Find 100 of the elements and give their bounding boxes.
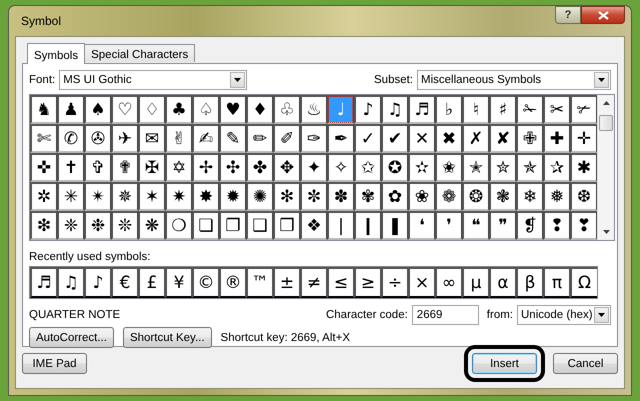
recent-symbol[interactable]: ¥: [165, 267, 192, 298]
symbol-cell[interactable]: ❈: [57, 211, 84, 240]
symbol-cell[interactable]: ✡: [165, 153, 192, 182]
symbol-cell[interactable]: ✭: [462, 153, 489, 182]
symbol-cell[interactable]: ❐: [219, 211, 246, 240]
symbol-cell[interactable]: ✚: [543, 124, 570, 153]
symbol-cell[interactable]: ✠: [138, 153, 165, 182]
subset-dropdown[interactable]: Miscellaneous Symbols: [417, 70, 611, 90]
symbol-cell[interactable]: ✟: [111, 153, 138, 182]
symbol-cell[interactable]: ❢: [543, 211, 570, 240]
symbol-cell[interactable]: ♠: [84, 95, 111, 124]
recent-symbol[interactable]: ™: [246, 267, 273, 298]
symbol-cell[interactable]: ✖: [435, 124, 462, 153]
dialog-button[interactable]: Cancel: [553, 353, 618, 374]
symbol-cell[interactable]: ✞: [84, 153, 111, 182]
symbol-cell[interactable]: ✏: [246, 124, 273, 153]
symbol-cell[interactable]: ❡: [516, 211, 543, 240]
scrollbar[interactable]: [597, 95, 614, 240]
symbol-cell[interactable]: ✩: [354, 153, 381, 182]
recent-symbol[interactable]: ≥: [354, 267, 381, 298]
panel-button[interactable]: AutoCorrect...: [29, 327, 114, 348]
recent-symbol[interactable]: ±: [273, 267, 300, 298]
symbol-cell[interactable]: ❏: [192, 211, 219, 240]
symbol-cell[interactable]: ❅: [543, 182, 570, 211]
symbol-cell[interactable]: ✿: [381, 182, 408, 211]
symbol-cell[interactable]: ❀: [408, 182, 435, 211]
symbol-cell[interactable]: ✼: [300, 182, 327, 211]
symbol-cell[interactable]: ✛: [570, 124, 597, 153]
symbol-cell[interactable]: ✁: [516, 95, 543, 124]
symbol-cell[interactable]: ✦: [300, 153, 327, 182]
symbol-cell[interactable]: ✵: [111, 182, 138, 211]
symbol-cell[interactable]: ✉: [138, 124, 165, 153]
recent-symbol[interactable]: β: [516, 267, 543, 298]
symbol-cell[interactable]: ✸: [192, 182, 219, 211]
symbol-cell[interactable]: ♫: [381, 95, 408, 124]
symbol-cell[interactable]: ✴: [84, 182, 111, 211]
symbol-cell[interactable]: ✝: [57, 153, 84, 182]
symbol-cell[interactable]: ✕: [408, 124, 435, 153]
recent-symbol[interactable]: π: [543, 267, 570, 298]
symbol-cell[interactable]: ✷: [165, 182, 192, 211]
close-button[interactable]: [581, 6, 625, 24]
panel-button[interactable]: Shortcut Key...: [122, 327, 212, 348]
symbol-cell[interactable]: ✢: [192, 153, 219, 182]
symbol-cell[interactable]: ✫: [408, 153, 435, 182]
symbol-cell[interactable]: ✽: [327, 182, 354, 211]
symbol-cell[interactable]: ❍: [165, 211, 192, 240]
symbol-cell[interactable]: ✇: [84, 124, 111, 153]
symbol-cell[interactable]: ✔: [381, 124, 408, 153]
symbol-cell[interactable]: ✤: [246, 153, 273, 182]
symbol-cell[interactable]: ❆: [570, 182, 597, 211]
symbol-cell[interactable]: ♭: [435, 95, 462, 124]
help-button[interactable]: ?: [555, 6, 581, 24]
from-dropdown[interactable]: Unicode (hex): [517, 305, 611, 325]
symbol-cell[interactable]: ♦: [246, 95, 273, 124]
symbol-cell[interactable]: ❃: [489, 182, 516, 211]
symbol-cell[interactable]: ❁: [435, 182, 462, 211]
symbol-cell[interactable]: ✾: [354, 182, 381, 211]
symbol-cell[interactable]: ✑: [300, 124, 327, 153]
recent-symbol[interactable]: ×: [408, 267, 435, 298]
recent-symbol[interactable]: ©: [192, 267, 219, 298]
symbol-cell[interactable]: ✌: [165, 124, 192, 153]
symbol-cell[interactable]: ❂: [462, 182, 489, 211]
symbol-cell[interactable]: ✜: [30, 153, 57, 182]
symbol-cell[interactable]: ♞: [30, 95, 57, 124]
symbol-cell[interactable]: ✍: [192, 124, 219, 153]
symbol-cell[interactable]: ✬: [435, 153, 462, 182]
symbol-cell[interactable]: ❛: [408, 211, 435, 240]
symbol-cell[interactable]: ❄: [516, 182, 543, 211]
symbol-cell[interactable]: ❜: [435, 211, 462, 240]
symbol-cell[interactable]: ♨: [300, 95, 327, 124]
symbol-cell[interactable]: ♟: [57, 95, 84, 124]
tab[interactable]: Special Characters: [84, 44, 196, 62]
character-code-field[interactable]: 2669: [412, 305, 479, 325]
symbol-cell[interactable]: ❋: [138, 211, 165, 240]
symbol-cell[interactable]: ✃: [570, 95, 597, 124]
symbol-cell[interactable]: ❇: [30, 211, 57, 240]
symbol-cell[interactable]: ✳: [57, 182, 84, 211]
symbol-cell[interactable]: ✗: [462, 124, 489, 153]
recent-symbol[interactable]: £: [138, 267, 165, 298]
symbol-cell[interactable]: ✂: [543, 95, 570, 124]
symbol-cell[interactable]: ❞: [489, 211, 516, 240]
symbol-cell[interactable]: ✹: [219, 182, 246, 211]
symbol-cell[interactable]: ✓: [354, 124, 381, 153]
symbol-cell[interactable]: ✺: [246, 182, 273, 211]
symbol-cell[interactable]: ❘: [327, 211, 354, 240]
symbol-cell[interactable]: ❝: [462, 211, 489, 240]
tab[interactable]: Symbols: [27, 43, 86, 64]
symbol-cell[interactable]: ❙: [354, 211, 381, 240]
recent-symbol[interactable]: ♬: [30, 267, 57, 298]
symbol-cell[interactable]: ✈: [111, 124, 138, 153]
symbol-cell[interactable]: ❣: [570, 211, 597, 240]
scroll-down-icon[interactable]: [602, 230, 610, 234]
symbol-cell[interactable]: ✥: [273, 153, 300, 182]
symbol-cell[interactable]: ❉: [84, 211, 111, 240]
font-dropdown[interactable]: MS UI Gothic: [59, 70, 248, 90]
symbol-cell[interactable]: ✆: [57, 124, 84, 153]
symbol-cell[interactable]: ✪: [381, 153, 408, 182]
symbol-cell[interactable]: ❊: [111, 211, 138, 240]
symbol-cell[interactable]: ♡: [111, 95, 138, 124]
symbol-cell[interactable]: ♤: [192, 95, 219, 124]
